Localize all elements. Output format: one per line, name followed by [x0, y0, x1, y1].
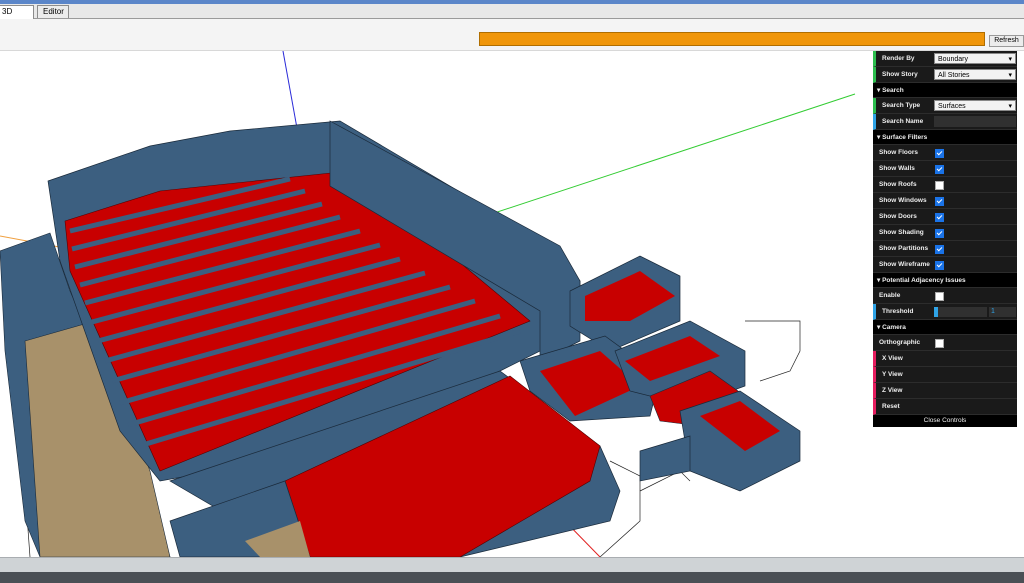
show-wireframe-row: Show Wireframe [873, 257, 1017, 273]
z-view-label: Z View [882, 387, 903, 394]
reset-button[interactable]: Reset [873, 399, 1017, 415]
search-folder-title: Search [882, 87, 904, 94]
search-type-select[interactable]: Surfaces ▾ [934, 100, 1016, 111]
show-doors-checkbox[interactable] [935, 213, 944, 222]
show-story-value: All Stories [938, 72, 970, 79]
surface-filters-folder[interactable]: ▾ Surface Filters [873, 130, 1017, 145]
search-type-row: Search Type Surfaces ▾ [873, 98, 1017, 114]
search-name-label: Search Name [882, 118, 924, 125]
y-view-label: Y View [882, 371, 903, 378]
camera-folder[interactable]: ▾ Camera [873, 320, 1017, 335]
enable-row: Enable [873, 288, 1017, 304]
reset-label: Reset [882, 403, 900, 410]
show-story-select[interactable]: All Stories ▾ [934, 69, 1016, 80]
show-floors-label: Show Floors [879, 149, 918, 156]
search-type-value: Surfaces [938, 103, 966, 110]
y-axis-line [469, 93, 856, 222]
tab-editor[interactable]: Editor [37, 5, 69, 18]
threshold-value-input[interactable]: 1 [989, 307, 1016, 317]
show-doors-label: Show Doors [879, 213, 917, 220]
chevron-down-icon: ▾ [1008, 72, 1012, 79]
show-floors-row: Show Floors [873, 145, 1017, 161]
control-panel: Render By Boundary ▾ Show Story All Stori… [873, 51, 1017, 427]
toolbar: Refresh [0, 19, 1024, 51]
search-type-label: Search Type [882, 102, 921, 109]
progress-bar [479, 32, 985, 46]
search-folder[interactable]: ▾ Search [873, 83, 1017, 98]
show-roofs-label: Show Roofs [879, 181, 917, 188]
chevron-down-icon: ▾ [1008, 56, 1012, 63]
show-partitions-checkbox[interactable] [935, 245, 944, 254]
show-wireframe-label: Show Wireframe [879, 261, 930, 268]
status-bar [0, 557, 1024, 583]
adjacency-folder-title: Potential Adjacency Issues [882, 277, 966, 284]
enable-label: Enable [879, 292, 901, 299]
show-walls-label: Show Walls [879, 165, 915, 172]
show-floors-checkbox[interactable] [935, 149, 944, 158]
show-windows-checkbox[interactable] [935, 197, 944, 206]
3d-viewport[interactable] [0, 51, 1024, 557]
chevron-down-icon: ▾ [1008, 103, 1012, 110]
orthographic-row: Orthographic [873, 335, 1017, 351]
render-by-value: Boundary [938, 56, 968, 63]
show-roofs-row: Show Roofs [873, 177, 1017, 193]
show-wireframe-checkbox[interactable] [935, 261, 944, 270]
x-view-label: X View [882, 355, 903, 362]
render-by-label: Render By [882, 55, 915, 62]
surface-filters-title: Surface Filters [882, 134, 928, 141]
show-walls-checkbox[interactable] [935, 165, 944, 174]
orthographic-label: Orthographic [879, 339, 921, 346]
z-view-button[interactable]: Z View [873, 383, 1017, 399]
refresh-button[interactable]: Refresh [989, 35, 1024, 47]
show-windows-row: Show Windows [873, 193, 1017, 209]
show-doors-row: Show Doors [873, 209, 1017, 225]
show-shading-checkbox[interactable] [935, 229, 944, 238]
render-by-row: Render By Boundary ▾ [873, 51, 1017, 67]
tab-bar: 3D View Editor [0, 4, 1024, 28]
render-by-select[interactable]: Boundary ▾ [934, 53, 1016, 64]
show-shading-row: Show Shading [873, 225, 1017, 241]
y-view-button[interactable]: Y View [873, 367, 1017, 383]
show-story-row: Show Story All Stories ▾ [873, 67, 1017, 83]
tab-3d-view[interactable]: 3D View [0, 5, 34, 28]
show-story-label: Show Story [882, 71, 918, 78]
show-partitions-label: Show Partitions [879, 245, 929, 252]
adjacency-folder[interactable]: ▾ Potential Adjacency Issues [873, 273, 1017, 288]
search-name-input[interactable] [934, 116, 1016, 127]
show-windows-label: Show Windows [879, 197, 927, 204]
enable-checkbox[interactable] [935, 292, 944, 301]
show-roofs-checkbox[interactable] [935, 181, 944, 190]
orthographic-checkbox[interactable] [935, 339, 944, 348]
show-partitions-row: Show Partitions [873, 241, 1017, 257]
threshold-label: Threshold [882, 308, 914, 315]
search-name-row: Search Name [873, 114, 1017, 130]
threshold-slider-fill [934, 307, 938, 317]
status-strip [0, 572, 1024, 583]
close-controls-button[interactable]: Close Controls [873, 415, 1017, 427]
show-walls-row: Show Walls [873, 161, 1017, 177]
threshold-slider[interactable] [934, 307, 987, 317]
x-view-button[interactable]: X View [873, 351, 1017, 367]
3d-scene[interactable] [0, 51, 1024, 557]
show-shading-label: Show Shading [879, 229, 924, 236]
camera-folder-title: Camera [882, 324, 906, 331]
threshold-row: Threshold 1 [873, 304, 1017, 320]
